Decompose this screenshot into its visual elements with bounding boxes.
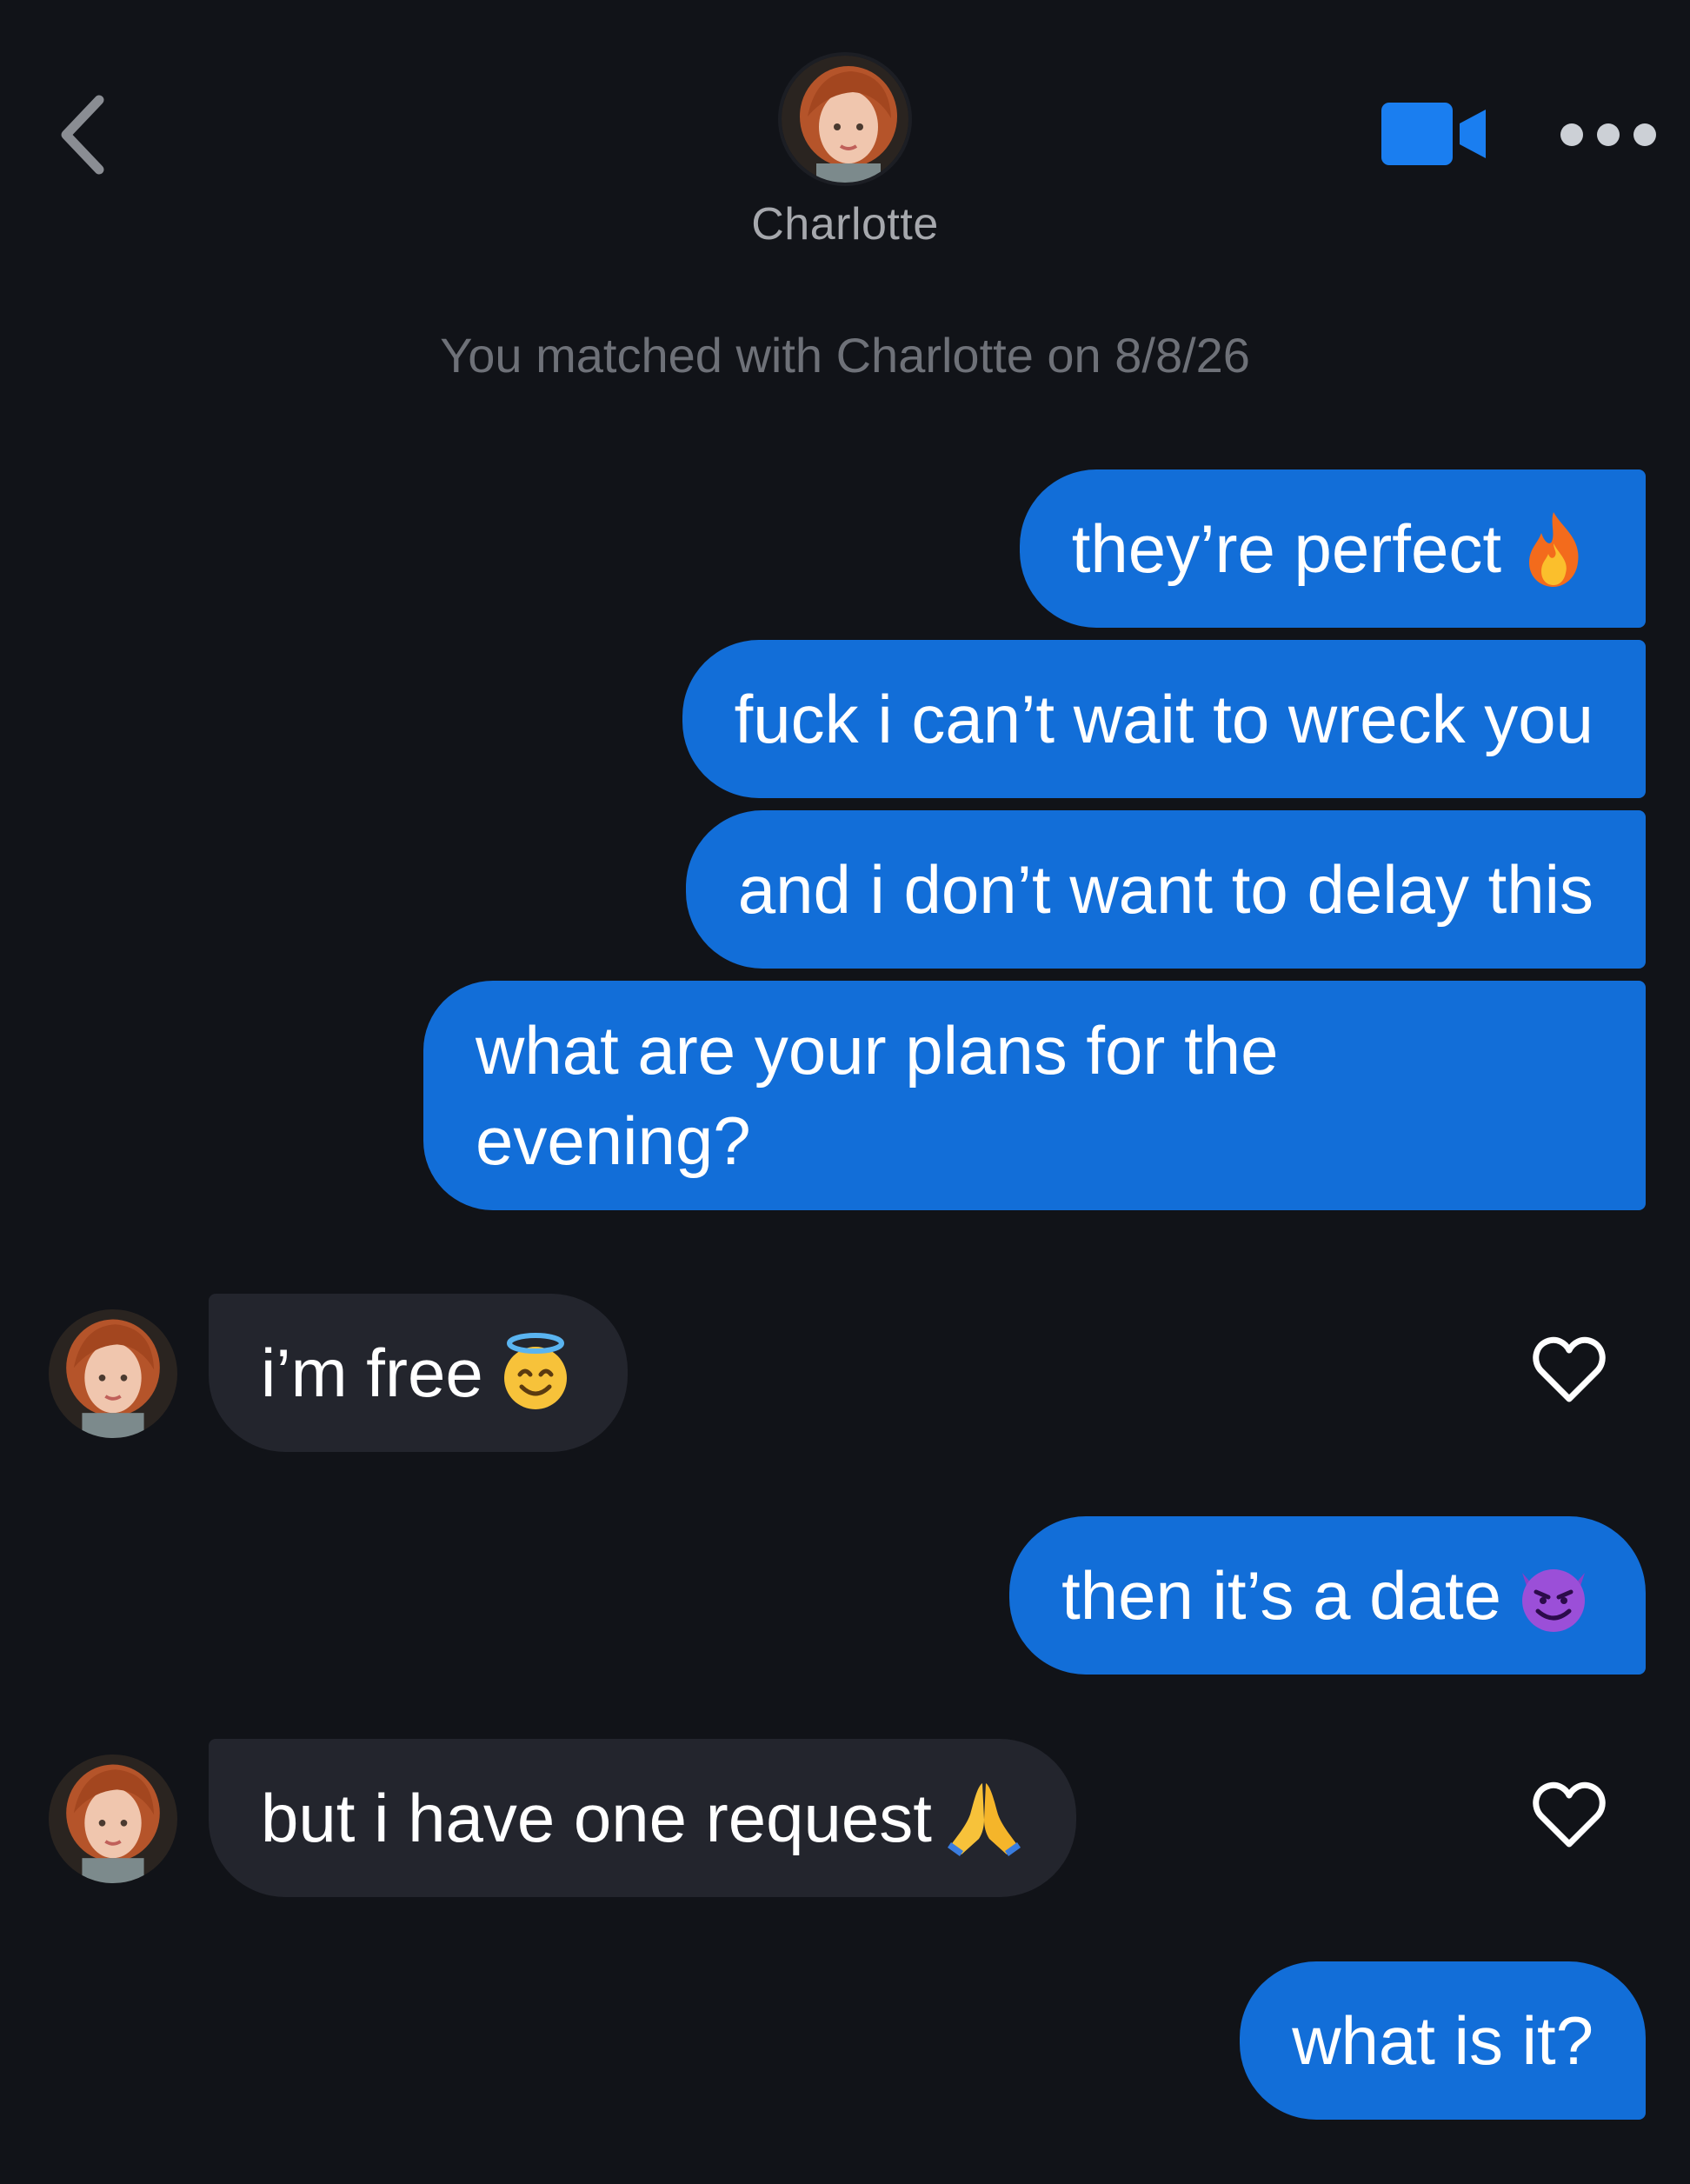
message-text: what is it? <box>1292 2002 1594 2079</box>
message-text: and i don’t want to delay this <box>737 851 1594 928</box>
message-text: i’m free <box>261 1335 483 1411</box>
heart-outline-icon <box>1533 1336 1606 1402</box>
folded-hands-emoji <box>947 1783 1021 1857</box>
contact-avatar-small[interactable] <box>49 1309 177 1438</box>
contact-header[interactable]: Charlotte <box>671 52 1019 278</box>
like-message-button[interactable] <box>1530 1775 1608 1854</box>
more-dot <box>1597 123 1620 146</box>
match-notice: You matched with Charlotte on 8/8/26 <box>440 328 1250 383</box>
fire-emoji <box>1529 512 1579 588</box>
message-text: they’re perfect <box>1071 510 1501 587</box>
contact-avatar[interactable] <box>778 52 912 186</box>
received-message-bubble[interactable]: i’m free <box>209 1294 628 1453</box>
received-message-bubble[interactable]: but i have one request <box>209 1739 1076 1898</box>
message-text: then it’s a date <box>1061 1557 1501 1634</box>
sent-message-bubble[interactable]: and i don’t want to delay this <box>685 810 1646 969</box>
sent-message-bubble[interactable]: fuck i can’t wait to wreck you <box>682 640 1646 798</box>
chevron-left-icon <box>61 95 104 175</box>
sent-message-bubble[interactable]: what are your plans for the evening? <box>423 981 1646 1210</box>
chat-screen: Charlotte You matched with Charlotte on … <box>0 0 1690 2184</box>
sent-message-bubble[interactable]: what is it? <box>1240 1961 1646 2120</box>
message-text: fuck i can’t wait to wreck you <box>734 681 1594 757</box>
back-button[interactable] <box>49 87 118 183</box>
more-dot <box>1633 123 1656 146</box>
smiling-face-with-horns-emoji <box>1522 1569 1585 1633</box>
like-message-button[interactable] <box>1530 1330 1608 1408</box>
smiling-face-with-halo-emoji <box>503 1333 567 1410</box>
video-call-button[interactable] <box>1378 99 1491 169</box>
heart-outline-icon <box>1533 1781 1606 1848</box>
message-text: but i have one request <box>261 1780 932 1856</box>
contact-avatar-small[interactable] <box>49 1755 177 1883</box>
more-dot <box>1560 123 1583 146</box>
message-text: what are your plans for the evening? <box>476 1012 1279 1179</box>
video-camera-icon <box>1381 103 1486 165</box>
more-options-button[interactable] <box>1560 113 1656 156</box>
sent-message-bubble[interactable]: then it’s a date <box>1009 1516 1646 1675</box>
sent-message-bubble[interactable]: they’re perfect <box>1019 469 1646 629</box>
contact-name: Charlotte <box>751 199 939 250</box>
